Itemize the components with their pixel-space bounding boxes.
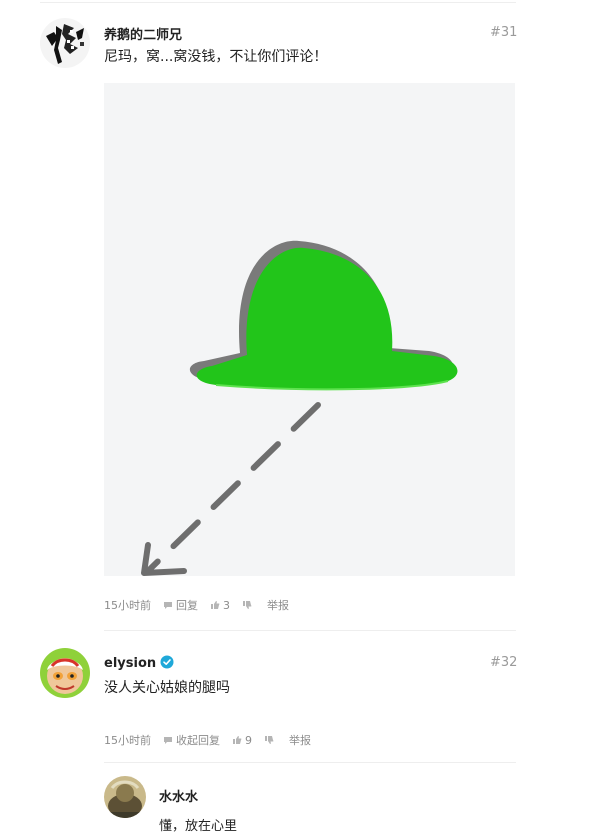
pixel-plant-avatar-icon (40, 18, 90, 68)
speech-bubble-icon (164, 736, 172, 744)
like-count: 9 (245, 733, 252, 747)
comment-meta: 15小时前 回复 3 举报 (104, 597, 301, 613)
thumbs-up-icon (211, 601, 220, 609)
thumbs-up-icon (233, 736, 242, 744)
verified-badge-icon (160, 655, 174, 669)
reply-content: 懂，放在心里 (159, 819, 238, 834)
reply-avatar[interactable] (104, 776, 146, 818)
like-button[interactable]: 3 (210, 599, 230, 612)
comment-content: 尼玛，窝...窝没钱，不让你们评论！ (104, 49, 328, 65)
report-link[interactable]: 举报 (289, 732, 311, 748)
thumbs-down-icon (265, 736, 274, 744)
reply-button[interactable]: 回复 (163, 597, 198, 613)
comment-image[interactable] (104, 83, 515, 576)
reply-username[interactable]: 水水水 (159, 786, 198, 805)
username[interactable]: 养鹅的二师兄 (104, 24, 182, 43)
username[interactable]: elysion (104, 655, 174, 671)
comment-divider (104, 630, 516, 631)
thumbs-down-icon (243, 601, 252, 609)
timestamp: 15小时前 (104, 734, 151, 747)
comment-content: 没人关心姑娘的腿吗 (104, 680, 230, 696)
username-text: elysion (104, 656, 157, 671)
speech-bubble-icon (164, 601, 172, 609)
dislike-button[interactable] (242, 600, 255, 610)
floor-number: #31 (490, 25, 518, 40)
timestamp: 15小时前 (104, 599, 151, 612)
dislike-button[interactable] (264, 735, 277, 745)
cartoon-character-avatar-icon (40, 648, 90, 698)
avatar[interactable] (40, 18, 90, 68)
photo-avatar-icon (104, 776, 146, 818)
floor-number: #32 (490, 655, 518, 670)
reply-label: 回复 (176, 599, 198, 612)
report-link[interactable]: 举报 (267, 597, 289, 613)
collapse-replies-label: 收起回复 (176, 734, 220, 747)
like-button[interactable]: 9 (232, 734, 252, 747)
reply-divider (104, 762, 516, 763)
top-divider (40, 2, 516, 3)
avatar[interactable] (40, 648, 90, 698)
green-hat-icon (104, 83, 515, 576)
collapse-replies-button[interactable]: 收起回复 (163, 732, 220, 748)
like-count: 3 (223, 598, 230, 612)
comment-meta: 15小时前 收起回复 9 举报 (104, 732, 323, 748)
